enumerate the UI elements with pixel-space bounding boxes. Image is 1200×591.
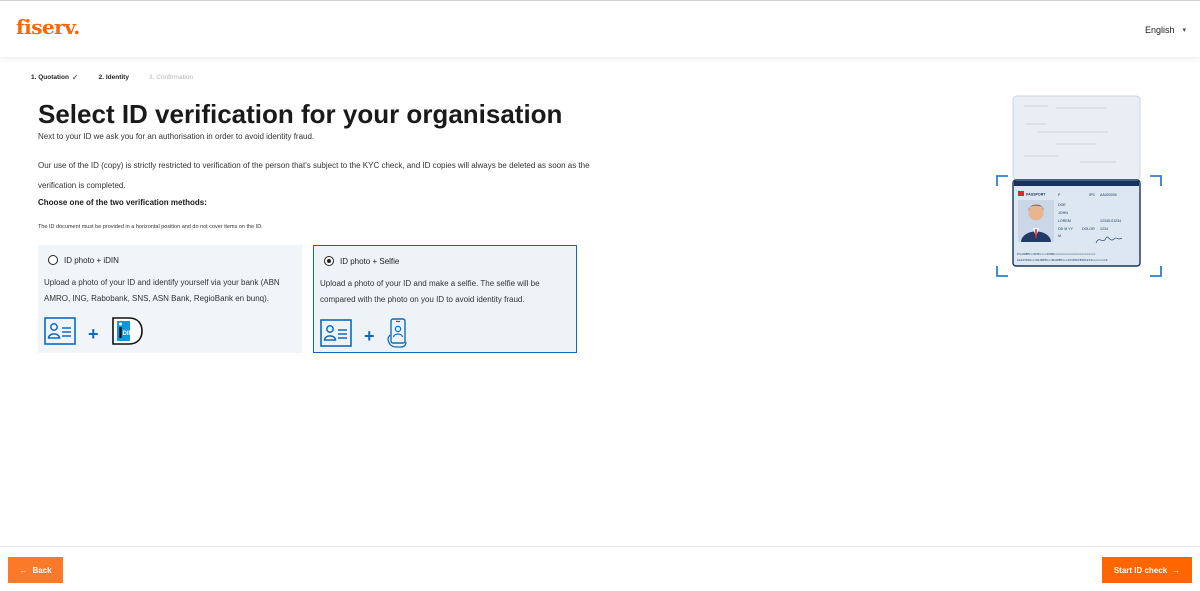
passport-sex: M bbox=[1058, 234, 1061, 238]
top-header: fiserv. English ▾ bbox=[0, 0, 1200, 57]
step-label: 2. Identity bbox=[98, 74, 129, 81]
chevron-down-icon: ▾ bbox=[1182, 27, 1186, 34]
svg-text:DIN: DIN bbox=[122, 331, 132, 337]
radio-idin[interactable] bbox=[48, 255, 58, 265]
radio-selfie[interactable] bbox=[324, 256, 334, 266]
passport-label: PASSPORT bbox=[1026, 193, 1046, 197]
option-id-photo-selfie[interactable]: ID photo + Selfie Upload a photo of your… bbox=[313, 245, 577, 353]
start-label: Start ID check bbox=[1113, 565, 1168, 575]
language-selector[interactable]: English ▾ bbox=[1145, 25, 1186, 35]
step-quotation: 1. Quotation ✓ bbox=[31, 73, 79, 82]
passport-1234: 1234 bbox=[1100, 227, 1108, 231]
back-label: Back bbox=[32, 565, 52, 575]
language-label: English bbox=[1144, 25, 1175, 35]
selfie-phone-icon bbox=[386, 318, 409, 353]
idin-icon: DIN bbox=[111, 317, 143, 350]
passport-nationality: LOREM bbox=[1058, 219, 1071, 223]
step-confirmation: 3. Confirmation bbox=[149, 73, 193, 82]
passport-mrz-line-2: AA123456<<<8LOREM<<<8LOREM<<<12345678901… bbox=[1017, 258, 1108, 262]
arrow-left-icon: ← bbox=[19, 565, 28, 575]
passport-country: IPS bbox=[1089, 193, 1095, 197]
passport-dolor: DOLOR bbox=[1082, 227, 1095, 231]
option-description: Upload a photo of your ID and identify y… bbox=[44, 278, 280, 303]
page-title: Select ID verification for your organisa… bbox=[38, 99, 563, 129]
id-card-icon bbox=[44, 317, 76, 350]
passport-illustration: PASSPORT P IPS AA000000 DOE JOHN LOREM 1… bbox=[996, 95, 1162, 277]
id-card-icon bbox=[320, 319, 352, 352]
option-title: ID photo + Selfie bbox=[340, 257, 400, 266]
passport-mrz-line-1: P<LOREM<<<DOE<<<<JOHN<<<<<<<<<<<<<<<<<<<… bbox=[1017, 252, 1096, 256]
back-button[interactable]: ← Back bbox=[8, 557, 63, 583]
progress-stepper: 1. Quotation ✓ 2. Identity 3. Confirmati… bbox=[31, 73, 213, 82]
passport-surname: DOE bbox=[1058, 203, 1066, 207]
passport-dob: DD M YY bbox=[1058, 227, 1074, 231]
option-icons: + bbox=[320, 318, 409, 353]
option-title: ID photo + iDIN bbox=[64, 256, 119, 265]
orientation-note: The ID document must be provided in a ho… bbox=[38, 224, 263, 230]
intro-text: Next to your ID we ask you for an author… bbox=[38, 132, 315, 141]
fiserv-logo[interactable]: fiserv. bbox=[16, 15, 80, 39]
arrow-right-icon: → bbox=[1172, 565, 1181, 575]
choose-method-label: Choose one of the two verification metho… bbox=[38, 198, 207, 207]
privacy-text: Our use of the ID (copy) is strictly res… bbox=[38, 161, 590, 190]
step-identity: 2. Identity bbox=[99, 73, 129, 82]
passport-personal-no: 12345-01234 bbox=[1100, 219, 1121, 223]
option-id-photo-idin[interactable]: ID photo + iDIN Upload a photo of your I… bbox=[38, 245, 302, 353]
passport-number: AA000000 bbox=[1100, 193, 1117, 197]
step-label: 3. Confirmation bbox=[148, 74, 194, 81]
start-id-check-button[interactable]: Start ID check → bbox=[1102, 557, 1192, 583]
option-icons: + DIN bbox=[44, 317, 143, 350]
step-label: 1. Quotation bbox=[31, 74, 69, 81]
plus-icon: + bbox=[88, 323, 99, 344]
passport-given-name: JOHN bbox=[1058, 211, 1068, 215]
option-description: Upload a photo of your ID and make a sel… bbox=[320, 279, 540, 304]
footer-bar: ← Back Start ID check → bbox=[0, 546, 1200, 591]
plus-icon: + bbox=[364, 325, 375, 346]
check-icon: ✓ bbox=[71, 73, 79, 82]
